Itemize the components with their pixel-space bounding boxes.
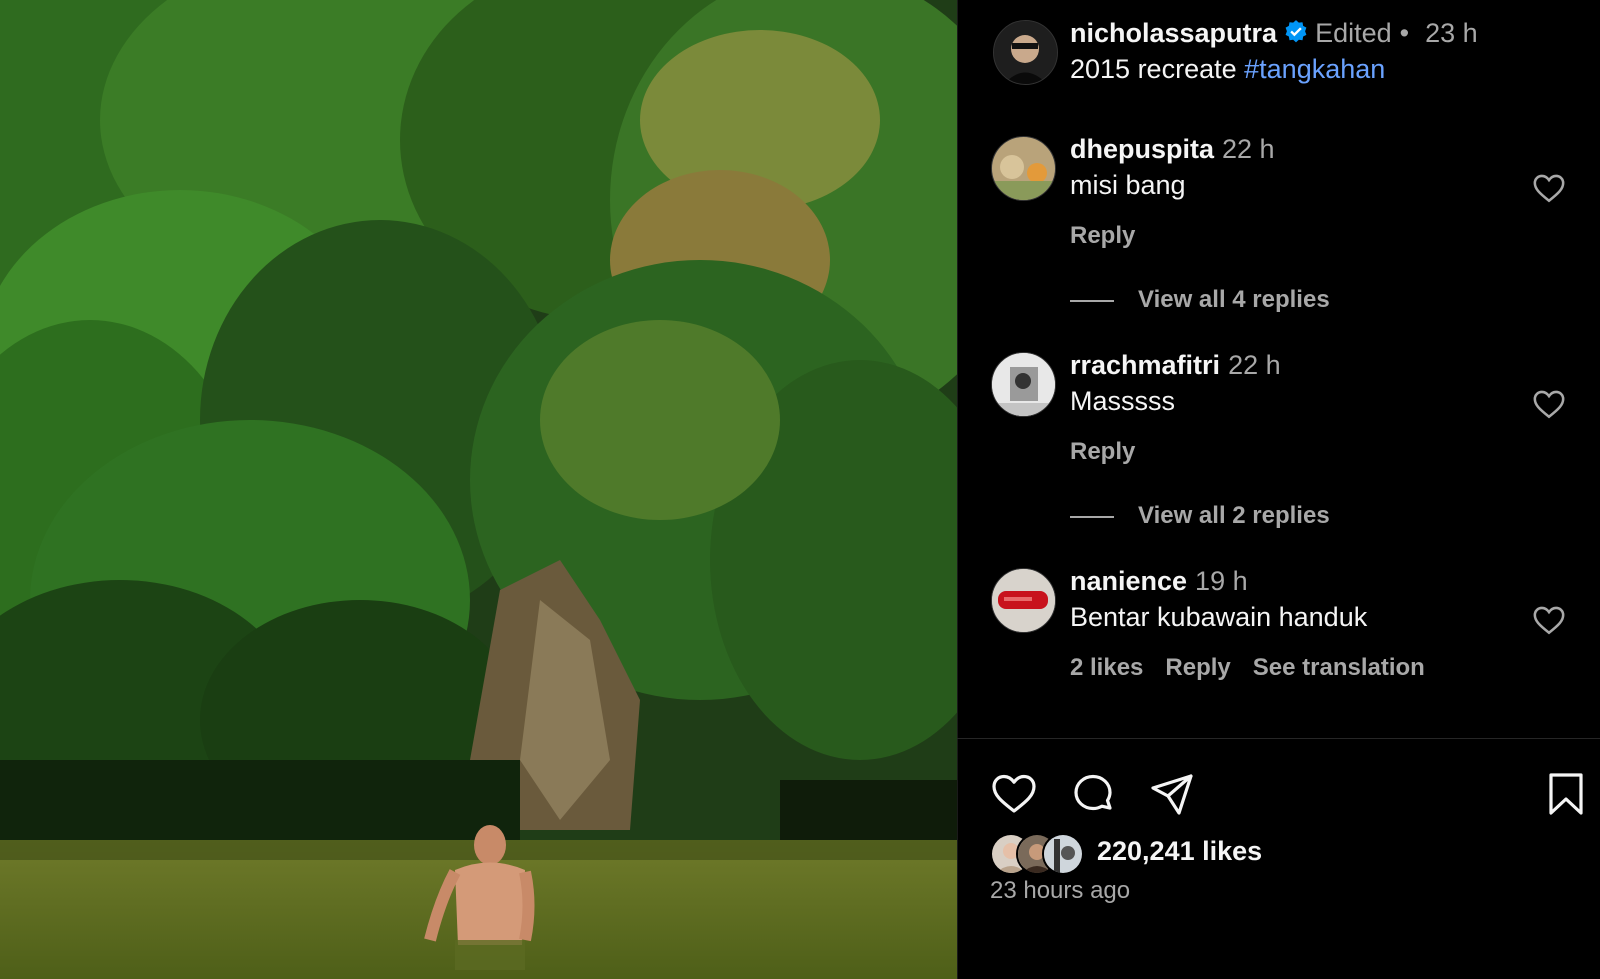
comment-actions: Reply	[1070, 438, 1157, 466]
view-replies-label: View all 4 replies	[1138, 286, 1330, 313]
comment-text: Bentar kubawain handuk	[1070, 602, 1368, 632]
separator-dot: •	[1399, 18, 1410, 48]
reply-button[interactable]: Reply	[1070, 438, 1135, 465]
comment-icon[interactable]	[1069, 770, 1117, 818]
see-translation-button[interactable]: See translation	[1253, 654, 1425, 681]
panel-divider	[957, 738, 1600, 739]
share-icon[interactable]	[1148, 770, 1196, 818]
comment-time: 22 h	[1222, 134, 1275, 164]
post-header: nicholassaputra Edited • 23 h 2015 recreate…	[958, 14, 1600, 94]
author-avatar[interactable]	[993, 20, 1058, 85]
view-replies-button[interactable]: View all 4 replies	[1070, 286, 1330, 314]
commenter-avatar[interactable]	[991, 568, 1056, 633]
reply-button[interactable]: Reply	[1165, 654, 1230, 681]
comment-username[interactable]: rrachmafitri	[1070, 350, 1220, 380]
like-comment-heart-icon[interactable]	[1532, 388, 1566, 420]
jungle-river-image	[0, 0, 957, 979]
comment-time: 19 h	[1195, 566, 1248, 596]
heart-icon[interactable]	[990, 770, 1038, 818]
comment-actions: 2 likes Reply See translation	[1070, 654, 1447, 682]
edited-label: Edited	[1315, 18, 1392, 48]
commenter-avatar[interactable]	[991, 352, 1056, 417]
post-timestamp: 23 hours ago	[990, 877, 1131, 904]
post-photo[interactable]	[0, 0, 957, 979]
comment-item: nanience 19 h Bentar kubawain handuk 2 li…	[958, 566, 1600, 696]
comment-header: nanience 19 h	[1070, 566, 1248, 597]
likes-count[interactable]: 220,241 likes	[1097, 836, 1262, 867]
comment-username[interactable]: nanience	[1070, 566, 1187, 596]
replies-line	[1070, 515, 1114, 518]
comment-username[interactable]: dhepuspita	[1070, 134, 1214, 164]
reply-button[interactable]: Reply	[1070, 222, 1135, 249]
comment-item: dhepuspita 22 h misi bang Reply View all …	[958, 134, 1600, 334]
comment-header: dhepuspita 22 h	[1070, 134, 1275, 165]
replies-line	[1070, 299, 1114, 302]
comment-item: rrachmafitri 22 h Masssss Reply View all …	[958, 350, 1600, 550]
verified-badge-icon	[1285, 20, 1307, 43]
like-comment-heart-icon[interactable]	[1532, 172, 1566, 204]
comments-panel: nicholassaputra Edited • 23 h 2015 recreate…	[957, 0, 1600, 979]
comment-likes-count[interactable]: 2 likes	[1070, 654, 1143, 681]
caption-text: 2015 recreate	[1070, 54, 1237, 84]
post-caption: 2015 recreate #tangkahan	[1070, 54, 1385, 85]
liker-avatar	[1042, 833, 1084, 875]
post-header-line: nicholassaputra Edited • 23 h	[1070, 18, 1478, 49]
author-username[interactable]: nicholassaputra	[1070, 18, 1277, 48]
commenter-avatar[interactable]	[991, 136, 1056, 201]
post-time: 23 h	[1425, 18, 1478, 48]
comment-header: rrachmafitri 22 h	[1070, 350, 1281, 381]
view-replies-label: View all 2 replies	[1138, 502, 1330, 529]
view-replies-button[interactable]: View all 2 replies	[1070, 502, 1330, 530]
comment-text: Masssss	[1070, 386, 1176, 416]
comment-text: misi bang	[1070, 170, 1186, 200]
like-comment-heart-icon[interactable]	[1532, 604, 1566, 636]
caption-hashtag[interactable]: #tangkahan	[1244, 54, 1385, 84]
comment-time: 22 h	[1228, 350, 1281, 380]
bookmark-icon[interactable]	[1542, 770, 1590, 818]
comment-actions: Reply	[1070, 222, 1157, 250]
